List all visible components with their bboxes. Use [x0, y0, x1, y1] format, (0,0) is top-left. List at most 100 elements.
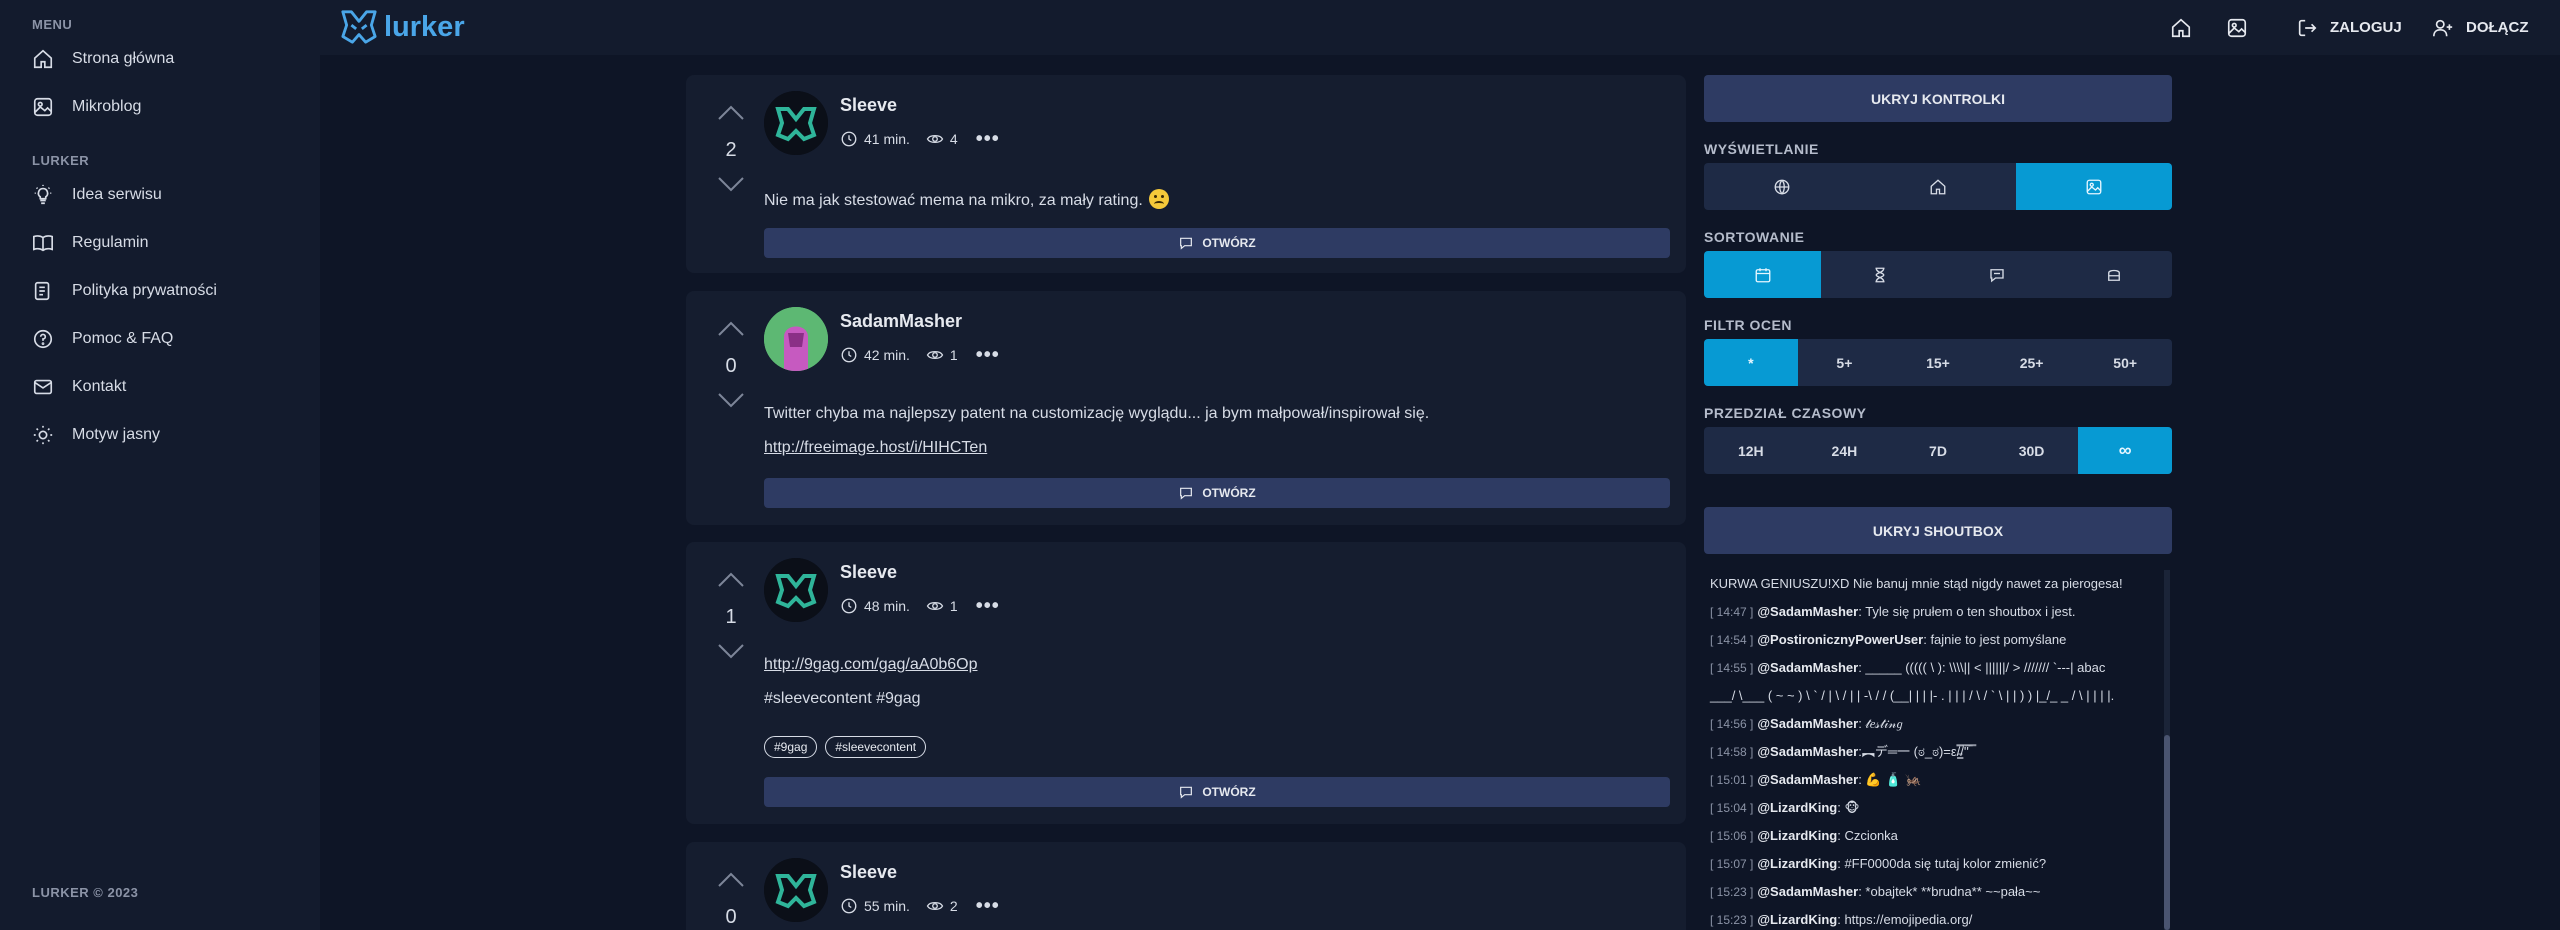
post-text: Twitter chyba ma najlepszy patent na cus… [764, 405, 1430, 422]
book-icon [33, 235, 53, 252]
sidebar-item-label: Pomoc & FAQ [72, 330, 174, 347]
shout-user[interactable]: @SadamMasher [1757, 660, 1858, 675]
tag-chip[interactable]: #9gag [764, 736, 818, 758]
sidebar-item-privacy[interactable]: Polityka prywatności [32, 276, 217, 306]
post-time: 42 min. [864, 347, 910, 363]
tag-list: #9gag #sleevecontent [764, 736, 934, 758]
sidebar-item-rules[interactable]: Regulamin [32, 228, 148, 258]
hide-shoutbox-button[interactable]: UKRYJ SHOUTBOX [1704, 507, 2172, 554]
vote-box: 0 [710, 872, 752, 930]
shout-time: [ 14:47 ] [1710, 605, 1754, 619]
post-score: 1 [725, 606, 737, 628]
sidebar-item-theme[interactable]: Motyw jasny [32, 420, 160, 450]
time-option[interactable]: 24H [1798, 427, 1892, 474]
time-range-selector: 12H 24H 7D 30D ∞ [1704, 427, 2172, 474]
more-options-icon[interactable]: ••• [976, 129, 1000, 149]
sidebar-item-idea[interactable]: Idea serwisu [32, 180, 162, 210]
shout-user[interactable]: @LizardKing [1757, 828, 1837, 843]
shout-message: [ 15:01 ] @SadamMasher: 💪 🧴 🦗 [1704, 766, 2172, 794]
shoutbox[interactable]: KURWA GENIUSZU!XD Nie banuj mnie stąd ni… [1704, 570, 2172, 930]
image-icon [2086, 179, 2102, 194]
time-option[interactable]: 7D [1891, 427, 1985, 474]
sidebar-item-help[interactable]: Pomoc & FAQ [32, 324, 173, 354]
sort-archive-option[interactable] [2055, 251, 2172, 298]
post-author[interactable]: SadamMasher [840, 311, 962, 332]
avatar[interactable] [764, 858, 828, 922]
open-label: OTWÓRZ [1202, 486, 1256, 500]
shout-user[interactable]: @PostironicznyPowerUser [1757, 632, 1923, 647]
sidebar-item-contact[interactable]: Kontakt [32, 372, 126, 402]
shout-user[interactable]: @SadamMasher [1757, 716, 1858, 731]
shout-user[interactable]: @LizardKing [1757, 856, 1837, 871]
downvote-icon[interactable] [717, 176, 745, 192]
shout-user[interactable]: @LizardKing [1757, 800, 1837, 815]
shout-user[interactable]: @SadamMasher [1757, 744, 1858, 759]
post-card: 1 Sleeve 48 min. 1 ••• http://9gag.com/g… [686, 542, 1686, 824]
filter-option[interactable]: 25+ [1985, 339, 2079, 386]
shout-text: : Tyle się prułem o ten shoutbox i jest. [1858, 604, 2076, 619]
downvote-icon[interactable] [717, 643, 745, 659]
display-home-option[interactable] [1860, 163, 2016, 210]
sort-comments-option[interactable] [1938, 251, 2055, 298]
sort-date-option[interactable] [1704, 251, 1821, 298]
post-author[interactable]: Sleeve [840, 862, 897, 883]
tag-chip[interactable]: #sleevecontent [825, 736, 927, 758]
avatar[interactable] [764, 558, 828, 622]
more-options-icon[interactable]: ••• [976, 345, 1000, 365]
post-link[interactable]: http://freeimage.host/i/HIHCTen [764, 439, 987, 457]
shout-user[interactable]: @SadamMasher [1757, 604, 1858, 619]
time-option[interactable]: ∞ [2078, 427, 2172, 474]
eye-icon [926, 901, 944, 911]
shout-text: :︻デ═一 (ಠ_ಠ)=ε/̵͇̿̿/'̿'̿ ̿ [1858, 744, 1973, 759]
upvote-icon[interactable] [717, 321, 745, 337]
join-button[interactable]: DOŁĄCZ [2432, 0, 2529, 55]
home-nav-button[interactable] [2170, 0, 2192, 55]
more-options-icon[interactable]: ••• [976, 596, 1000, 616]
time-option[interactable]: 12H [1704, 427, 1798, 474]
microblog-nav-button[interactable] [2226, 0, 2248, 55]
shout-user[interactable]: @LizardKing [1757, 912, 1837, 927]
display-mode-selector [1704, 163, 2172, 210]
post-author[interactable]: Sleeve [840, 95, 897, 116]
filter-option[interactable]: * [1704, 339, 1798, 386]
login-button[interactable]: ZALOGUJ [2296, 0, 2402, 55]
avatar[interactable] [764, 91, 828, 155]
filter-option[interactable]: 5+ [1798, 339, 1892, 386]
sidebar-item-label: Regulamin [72, 234, 149, 251]
shoutbox-scroll-thumb[interactable] [2164, 735, 2170, 930]
post-link[interactable]: http://9gag.com/gag/aA0b6Op [764, 656, 977, 674]
display-all-option[interactable] [1704, 163, 1860, 210]
sort-hourglass-option[interactable] [1821, 251, 1938, 298]
filter-option[interactable]: 15+ [1891, 339, 1985, 386]
open-post-button[interactable]: OTWÓRZ [764, 478, 1670, 508]
downvote-icon[interactable] [717, 392, 745, 408]
logo[interactable]: lurker [340, 8, 465, 46]
clock-icon [841, 131, 857, 147]
shout-list: [ 14:47 ] @SadamMasher: Tyle się prułem o… [1704, 598, 2172, 930]
avatar[interactable] [764, 307, 828, 371]
open-post-button[interactable]: OTWÓRZ [764, 777, 1670, 807]
display-microblog-option[interactable] [2016, 163, 2172, 210]
more-options-icon[interactable]: ••• [976, 896, 1000, 916]
sidebar-item-microblog[interactable]: Mikroblog [32, 92, 141, 122]
post-author[interactable]: Sleeve [840, 562, 897, 583]
sidebar-item-label: Motyw jasny [72, 426, 161, 443]
open-post-button[interactable]: OTWÓRZ [764, 228, 1670, 258]
shout-text: : _____ ((((( \ ): \\\\|| < ||||||/ > //… [1858, 660, 2106, 675]
upvote-icon[interactable] [717, 872, 745, 888]
clock-icon [841, 898, 857, 914]
sidebar-item-home[interactable]: Strona główna [32, 44, 174, 74]
post-time: 48 min. [864, 598, 910, 614]
shout-user[interactable]: @SadamMasher [1757, 772, 1858, 787]
upvote-icon[interactable] [717, 572, 745, 588]
shout-message: KURWA GENIUSZU!XD Nie banuj mnie stąd ni… [1710, 576, 2123, 591]
shout-user[interactable]: @SadamMasher [1757, 884, 1858, 899]
upvote-icon[interactable] [717, 105, 745, 121]
filter-option[interactable]: 50+ [2078, 339, 2172, 386]
hourglass-icon [1875, 267, 1884, 282]
post-meta: 55 min. 2 ••• [840, 896, 1000, 916]
time-option[interactable]: 30D [1985, 427, 2079, 474]
shout-message: [ 15:23 ] @LizardKing: https://emojipedia… [1704, 906, 2172, 930]
shout-time: [ 15:23 ] [1710, 885, 1754, 899]
hide-controls-button[interactable]: UKRYJ KONTROLKI [1704, 75, 2172, 122]
